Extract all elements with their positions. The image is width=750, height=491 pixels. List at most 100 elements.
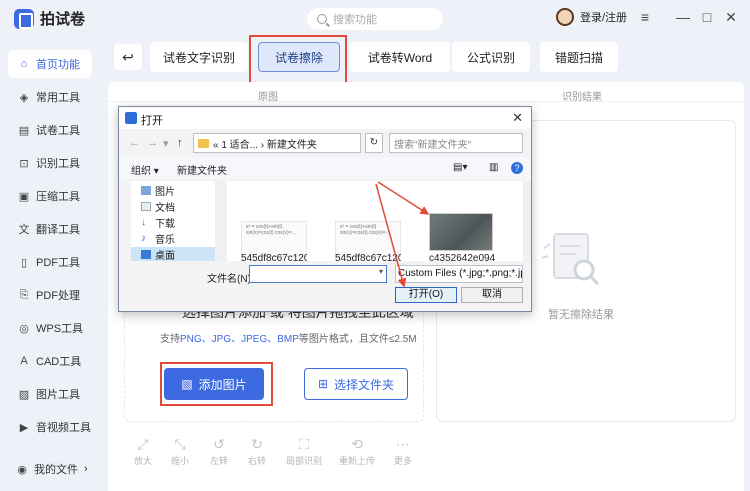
my-files-link[interactable]: ◉ 我的文件 ›	[16, 461, 87, 477]
tab-paper-to-word[interactable]: 试卷转Word	[350, 42, 450, 72]
file-name[interactable]: 545df8c67c120	[241, 253, 307, 263]
reupload-button[interactable]: ⟲ 重新上传	[336, 436, 378, 467]
preview-pane-icon[interactable]: ▥	[489, 162, 498, 173]
nav-up-icon[interactable]: ↑	[177, 137, 183, 149]
file-thumbnail-photo[interactable]	[429, 213, 493, 251]
select-folder-button[interactable]: ⊞ 选择文件夹	[304, 368, 408, 400]
nav-forward-icon[interactable]: →	[147, 137, 158, 149]
sidebar-item-label: 识别工具	[36, 158, 80, 170]
sidebar-item-paper[interactable]: ▤ 试卷工具	[8, 116, 92, 144]
organize-menu[interactable]: 组织 ▾	[131, 162, 159, 177]
address-bar[interactable]: « 1 适合... › 新建文件夹	[193, 133, 361, 153]
chevron-down-icon[interactable]: ▾	[379, 267, 383, 276]
sidebar-item-pdf-process[interactable]: ⎘ PDF处理	[8, 281, 92, 309]
sidebar-item-translate[interactable]: 文 翻译工具	[8, 215, 92, 243]
view-options-icon[interactable]: ▤▾	[453, 162, 467, 173]
rotate-right-icon: ↻	[251, 436, 263, 452]
nav-item-label: 文档	[155, 202, 175, 214]
desktop-icon	[141, 249, 151, 259]
help-icon[interactable]: ?	[511, 162, 523, 174]
app-name: 拍试卷	[40, 11, 86, 28]
new-folder-button[interactable]: 新建文件夹	[177, 162, 227, 177]
nav-back-icon[interactable]: ←	[129, 137, 140, 149]
translate-icon: 文	[18, 224, 30, 236]
nav-item-label: 下载	[155, 218, 175, 230]
sidebar-item-media[interactable]: ▶ 音视频工具	[8, 413, 92, 441]
dialog-close-icon[interactable]: ✕	[512, 110, 523, 126]
file-thumbnail[interactable]: x² = cos(t)+sin(t) sin(x)=cos(t) cos(x)=…	[241, 221, 307, 257]
sidebar-item-cad[interactable]: A CAD工具	[8, 347, 92, 375]
partial-recognize-button[interactable]: ⛶ 局部识别	[284, 436, 324, 467]
zoom-out-button[interactable]: ⤡ 缩小	[163, 436, 197, 467]
rotate-left-button[interactable]: ↺ 左转	[202, 436, 236, 467]
nav-dropdown-icon[interactable]: ▾	[163, 137, 169, 150]
open-button[interactable]: 打开(O)	[395, 287, 457, 303]
login-label: 登录/注册	[580, 12, 628, 24]
toolbar-label: 局部识别	[285, 456, 322, 466]
avatar	[556, 8, 574, 26]
nav-item-desktop[interactable]: 桌面	[131, 247, 227, 262]
hint-suffix: 等图片格式，且文件≤2.5M	[298, 334, 417, 345]
nav-item-label: 音乐	[155, 234, 175, 246]
reupload-icon: ⟲	[351, 436, 363, 452]
rotate-right-button[interactable]: ↻ 右转	[240, 436, 274, 467]
sidebar-item-pdf[interactable]: ▯ PDF工具	[8, 248, 92, 276]
sidebar-item-image[interactable]: ▨ 图片工具	[8, 380, 92, 408]
maximize-icon[interactable]: □	[700, 10, 714, 24]
sidebar-item-label: 音视频工具	[36, 422, 91, 434]
nav-item-downloads[interactable]: ↓ 下载	[141, 215, 175, 230]
minimize-icon[interactable]: —	[676, 10, 690, 24]
layers-icon: ◈	[19, 91, 29, 104]
search-box[interactable]: 搜索功能	[307, 8, 443, 30]
more-icon: ⋯	[396, 436, 410, 452]
sidebar-item-label: 试卷工具	[36, 125, 80, 137]
nav-item-pictures[interactable]: 图片	[141, 183, 175, 198]
nav-item-label: 桌面	[155, 250, 175, 262]
zoom-out-icon: ⤡	[174, 436, 186, 452]
file-thumbnail[interactable]: x² = cos(t)+sin(t) sin(x)=cos(t) cos(x)=…	[335, 221, 401, 257]
toolbar-label: 右转	[247, 456, 266, 466]
file-type-select[interactable]: Custom Files (*.jpg;*.png;*.jp	[395, 265, 523, 283]
sidebar-item-common[interactable]: ◈ 常用工具	[8, 83, 92, 111]
sidebar-item-home[interactable]: ⌂ 首页功能	[8, 50, 92, 78]
tab-formula[interactable]: 公式识别	[452, 42, 530, 72]
toolbar-label: 更多	[393, 456, 412, 466]
more-button[interactable]: ⋯ 更多	[386, 436, 420, 467]
sidebar-item-label: 图片工具	[36, 389, 80, 401]
zoom-in-icon: ⤢	[137, 436, 149, 452]
download-icon: ↓	[141, 216, 146, 228]
dialog-search-input[interactable]: 搜索"新建文件夹"	[389, 133, 523, 153]
nav-item-music[interactable]: ♪ 音乐	[141, 231, 175, 246]
sidebar-item-compress[interactable]: ▣ 压缩工具	[8, 182, 92, 210]
login-area[interactable]: 登录/注册	[556, 8, 627, 26]
file-name[interactable]: 545df8c67c120	[335, 253, 401, 263]
cad-icon: A	[20, 355, 28, 367]
hint-formats: PNG、JPG、JPEG、BMP	[180, 334, 299, 345]
close-icon[interactable]: ✕	[724, 10, 738, 24]
refresh-icon[interactable]: ↻	[365, 133, 383, 153]
sidebar-item-recognize[interactable]: ⊡ 识别工具	[8, 149, 92, 177]
sidebar-item-label: WPS工具	[36, 323, 84, 335]
wps-icon: ◎	[19, 322, 29, 335]
toolbar-label: 缩小	[170, 456, 189, 466]
tab-wrong-question[interactable]: 错题扫描	[540, 42, 618, 72]
file-scrollbar[interactable]	[523, 181, 531, 261]
files-icon: ◉	[17, 463, 27, 476]
menu-icon[interactable]: ≡	[638, 10, 652, 24]
filename-input[interactable]	[249, 265, 387, 283]
tab-text-recognition[interactable]: 试卷文字识别	[150, 42, 248, 72]
search-icon	[317, 14, 327, 24]
nav-item-documents[interactable]: 文档	[141, 199, 175, 214]
empty-result-icon	[541, 233, 600, 286]
pdf-process-icon: ⎘	[19, 288, 29, 301]
media-icon: ▶	[19, 421, 29, 434]
documents-icon	[141, 201, 151, 211]
zoom-in-button[interactable]: ⤢ 放大	[126, 436, 160, 467]
header-divider	[108, 101, 744, 102]
file-name[interactable]: c4352642e094d	[429, 253, 495, 263]
sidebar-item-label: 常用工具	[36, 92, 80, 104]
nav-scrollbar[interactable]	[215, 181, 227, 261]
cancel-button[interactable]: 取消	[461, 287, 523, 303]
sidebar-item-wps[interactable]: ◎ WPS工具	[8, 314, 92, 342]
back-button[interactable]: ↩	[114, 44, 142, 70]
